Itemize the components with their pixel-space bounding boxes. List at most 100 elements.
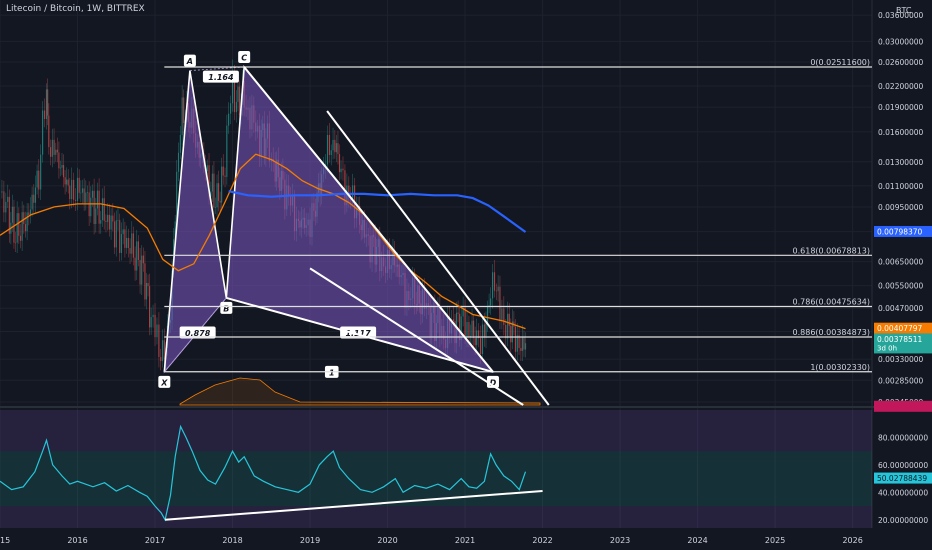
candle-body — [491, 272, 494, 299]
candle-body — [112, 215, 114, 222]
candle-body — [466, 322, 468, 338]
time-tick-label: 2024 — [687, 536, 707, 545]
candle-body — [472, 320, 475, 339]
candle-body — [91, 190, 94, 198]
candle-body — [16, 213, 18, 243]
candle-body — [108, 214, 110, 230]
rsi-mid-band — [0, 451, 872, 507]
candle-body — [85, 192, 87, 203]
price-tick-label: 0.00950000 — [878, 203, 924, 212]
candle-body — [501, 308, 503, 322]
candle-body — [36, 170, 38, 188]
fib-label: 0.618(0.00678813) — [793, 246, 871, 255]
candle-body — [211, 173, 213, 192]
candle-body — [520, 348, 522, 351]
price-badge — [874, 400, 932, 412]
candle-body — [228, 113, 230, 126]
candle-body — [113, 221, 116, 248]
pattern-ratio-label: 1.164 — [208, 73, 234, 82]
price-badge-text: 0.00378511 — [877, 335, 923, 344]
candle-body — [58, 152, 60, 169]
rsi-oversold-zone — [0, 506, 872, 528]
candle-body — [337, 143, 339, 155]
price-tick-label: 0.01600000 — [878, 128, 924, 137]
candle-body — [152, 314, 154, 318]
candle-body — [476, 330, 478, 346]
candle-body — [523, 337, 525, 350]
price-tick-label: 0.02600000 — [878, 58, 924, 67]
candle-body — [332, 139, 334, 151]
candle-body — [119, 220, 121, 253]
candle-body — [98, 190, 100, 224]
candle-body — [61, 165, 63, 168]
pattern-point-label: X — [160, 378, 168, 387]
candle-body — [158, 324, 160, 358]
candle-body — [213, 173, 215, 208]
candle-body — [83, 188, 85, 203]
candle-body — [132, 233, 135, 258]
candle-body — [507, 313, 509, 339]
candle-body — [23, 212, 25, 225]
fib-label: 0.786(0.00475634) — [793, 298, 871, 307]
candle-body — [216, 183, 218, 208]
candle-body — [524, 343, 527, 350]
price-tick-label: 0.00285000 — [878, 376, 924, 385]
candle-body — [18, 213, 20, 236]
fib-label: 0.886(0.00384873) — [793, 328, 871, 337]
candle-body — [40, 154, 42, 190]
candle-body — [238, 86, 241, 116]
pattern-triangle-bcd — [225, 65, 495, 373]
candle-body — [71, 179, 73, 200]
candle-body — [224, 175, 226, 177]
candle-body — [468, 322, 470, 338]
candle-body — [334, 139, 336, 153]
candle-body — [521, 337, 524, 351]
candle-body — [163, 340, 165, 360]
candle-body — [452, 319, 455, 322]
candle-body — [42, 110, 44, 155]
rsi-tick-label: 40.00000000 — [878, 488, 928, 497]
candle-body — [516, 335, 518, 352]
candle-body — [150, 317, 152, 328]
candle-body — [214, 207, 217, 208]
time-tick-label: 2015 — [0, 536, 10, 545]
candle-body — [49, 147, 52, 157]
chart-title: Litecoin / Bitcoin, 1W, BITTREX — [6, 4, 145, 14]
time-tick-label: 2016 — [67, 536, 87, 545]
candle-body — [490, 298, 492, 306]
candle-body — [95, 208, 97, 224]
candle-body — [24, 224, 27, 232]
candle-body — [69, 185, 71, 200]
candle-body — [115, 220, 117, 248]
rsi-overbought-zone — [0, 410, 872, 452]
candle-body — [154, 314, 156, 338]
candle-body — [74, 199, 77, 201]
candle-body — [503, 308, 505, 325]
rsi-tick-label: 60.00000000 — [878, 461, 928, 470]
price-tick-label: 0.00330000 — [878, 355, 924, 364]
rsi-value-text: 50.02788439 — [877, 474, 927, 483]
candle-body — [330, 150, 332, 155]
candle-body — [47, 89, 49, 116]
candle-body — [471, 320, 473, 336]
candle-body — [38, 170, 40, 190]
candle-body — [514, 326, 517, 352]
candle-body — [508, 313, 510, 326]
candle-body — [90, 197, 92, 217]
chart-canvas[interactable]: XABCD1.1640.8781.1171 0(0.02511600)0.618… — [0, 0, 932, 550]
candle-body — [181, 97, 183, 135]
candle-body — [100, 220, 102, 224]
candle-body — [147, 282, 149, 287]
candle-body — [122, 229, 124, 235]
candle-body — [486, 306, 489, 323]
price-tick-label: 0.00650000 — [878, 258, 924, 267]
price-badge-text: 0.00407797 — [877, 324, 923, 333]
candle-body — [352, 185, 354, 200]
pattern-ratio-label: 1 — [329, 368, 335, 377]
candle-body — [105, 220, 107, 222]
time-tick-label: 2026 — [842, 536, 862, 545]
candle-body — [19, 235, 22, 241]
candle-body — [340, 168, 342, 173]
rsi-tick-label: 20.00000000 — [878, 516, 928, 525]
candle-body — [26, 212, 28, 232]
